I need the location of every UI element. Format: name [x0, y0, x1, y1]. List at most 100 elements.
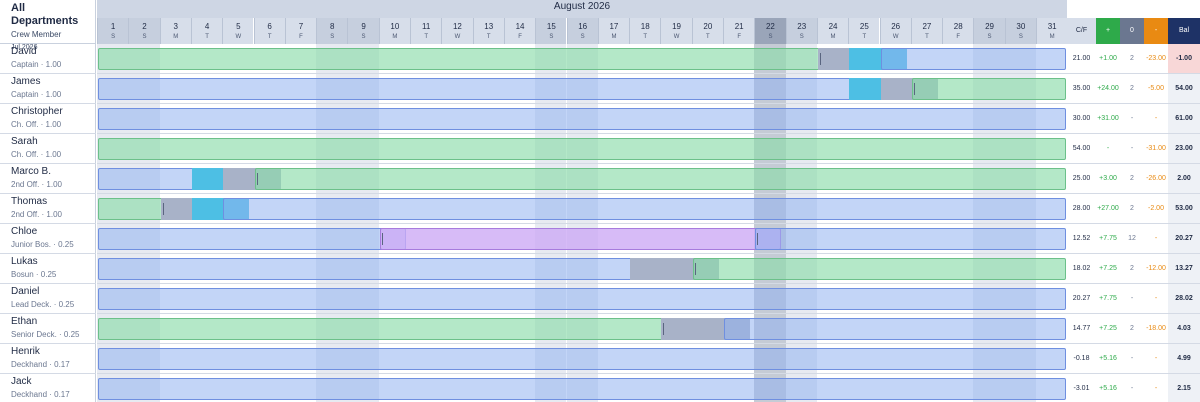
- day-header-25[interactable]: 25 T: [848, 18, 880, 44]
- balance-header[interactable]: Bal: [1168, 18, 1200, 44]
- day-weekday: W: [235, 34, 242, 40]
- day-header-18[interactable]: 18 T: [629, 18, 661, 44]
- day-header-14[interactable]: 14 F: [503, 18, 536, 44]
- summary-cf: 35.00: [1067, 74, 1096, 104]
- green-rotation-bar[interactable]: [911, 78, 1067, 100]
- day-header-7[interactable]: 7F: [284, 18, 317, 44]
- department-filter[interactable]: All Departments: [11, 2, 95, 28]
- day-header-3[interactable]: 3M: [159, 18, 191, 44]
- resize-handle[interactable]: [162, 203, 164, 215]
- summary-cf: 14.77: [1067, 314, 1096, 344]
- day-header-28[interactable]: 28 F: [942, 18, 974, 44]
- crew-member-chloe[interactable]: Chloe Junior Bos. · 0.25: [0, 224, 96, 254]
- resize-handle[interactable]: [757, 233, 759, 245]
- day-header-29[interactable]: 29 S: [973, 18, 1005, 44]
- row-divider: [97, 223, 1067, 224]
- day-weekday: T: [205, 34, 209, 40]
- crew-role: Captain · 1.00: [11, 60, 62, 69]
- summary-cf: -0.18: [1067, 344, 1096, 374]
- crew-member-david[interactable]: David Captain · 1.00: [0, 44, 96, 74]
- green-rotation-bar[interactable]: [254, 168, 1067, 190]
- day-header-13[interactable]: 13 T: [472, 18, 504, 44]
- blue-rotation-bar[interactable]: [98, 288, 1067, 310]
- roster-grid: August 2026 1 S 2 S 3 M 4 T 5 W 6 T 7 F 8 S 9 S 10 M 11 T 12 W 1…: [97, 0, 1068, 402]
- plus-header[interactable]: +: [1096, 18, 1120, 44]
- day-header-31[interactable]: 31 M: [1036, 18, 1068, 44]
- blue-rotation-bar[interactable]: [98, 228, 406, 250]
- resize-handle[interactable]: [913, 83, 915, 95]
- crew-member-marco-b-[interactable]: Marco B. 2nd Off. · 1.00: [0, 164, 96, 194]
- day-header-15[interactable]: 15 S: [535, 18, 567, 44]
- crew-member-henrik[interactable]: Henrik Deckhand · 0.17: [0, 344, 96, 374]
- summary-minus: -: [1144, 284, 1168, 314]
- minus-header[interactable]: -: [1144, 18, 1168, 44]
- summary-plus: +5.16: [1096, 374, 1120, 402]
- day-header-6[interactable]: 6T: [253, 18, 285, 44]
- resize-handle[interactable]: [256, 173, 258, 185]
- crew-member-lukas[interactable]: Lukas Bosun · 0.25: [0, 254, 96, 284]
- day-header-4[interactable]: 4T: [190, 18, 223, 44]
- resize-handle[interactable]: [381, 233, 383, 245]
- crew-member-james[interactable]: James Captain · 1.00: [0, 74, 96, 104]
- day-header-11[interactable]: 11 T: [410, 18, 442, 44]
- day-header-19[interactable]: 19 W: [660, 18, 692, 44]
- green-rotation-bar[interactable]: [98, 138, 1067, 160]
- day-weekday: S: [799, 34, 804, 40]
- zero-header[interactable]: 0: [1120, 18, 1144, 44]
- crew-member-sarah[interactable]: Sarah Ch. Off. · 1.00: [0, 134, 96, 164]
- crew-role: Senior Deck. · 0.25: [11, 330, 80, 339]
- summary-zero: -: [1120, 104, 1144, 134]
- day-header-21[interactable]: 21 F: [723, 18, 755, 44]
- green-rotation-bar[interactable]: [692, 258, 1067, 280]
- day-number: 23: [797, 22, 807, 31]
- summary-cf: 25.00: [1067, 164, 1096, 194]
- day-header-23[interactable]: 23 S: [785, 18, 817, 44]
- green-rotation-bar[interactable]: [98, 318, 688, 340]
- day-header-17[interactable]: 17 M: [597, 18, 630, 44]
- crew-member-daniel[interactable]: Daniel Lead Deck. · 0.25: [0, 284, 96, 314]
- blue-rotation-bar[interactable]: [98, 348, 1067, 370]
- day-header-8[interactable]: 8S: [316, 18, 348, 44]
- summary-plus: -: [1096, 134, 1120, 164]
- day-weekday: T: [706, 34, 710, 40]
- crew-member-ethan[interactable]: Ethan Senior Deck. · 0.25: [0, 314, 96, 344]
- day-number: 29: [985, 22, 994, 31]
- crew-name: Lukas: [11, 256, 38, 267]
- crew-member-thomas[interactable]: Thomas 2nd Off. · 1.00: [0, 194, 96, 224]
- day-weekday: F: [518, 34, 522, 40]
- day-header-10[interactable]: 10 M: [378, 18, 410, 44]
- blue-rotation-bar[interactable]: [98, 78, 876, 100]
- day-header-9[interactable]: 9S: [347, 18, 379, 44]
- day-header-24[interactable]: 24 M: [816, 18, 849, 44]
- row-divider: [97, 253, 1067, 254]
- day-header-30[interactable]: 30 S: [1004, 18, 1036, 44]
- blue-rotation-bar[interactable]: [755, 228, 1067, 250]
- crew-member-jack[interactable]: Jack Deckhand · 0.17: [0, 374, 96, 402]
- blue-rotation-bar[interactable]: [223, 198, 1067, 220]
- day-number: 12: [452, 22, 462, 31]
- day-header-27[interactable]: 27 T: [910, 18, 943, 44]
- day-header-2[interactable]: 2S: [128, 18, 160, 44]
- resize-handle[interactable]: [694, 263, 696, 275]
- day-weekday: S: [580, 34, 585, 40]
- day-number: 19: [672, 22, 681, 31]
- blue-rotation-bar[interactable]: [880, 48, 1067, 70]
- blue-rotation-bar[interactable]: [98, 108, 1067, 130]
- day-header-12[interactable]: 12 W: [441, 18, 473, 44]
- carry-forward-header[interactable]: C/F: [1067, 18, 1096, 44]
- day-header-26[interactable]: 26 W: [879, 18, 911, 44]
- row-divider: [97, 343, 1067, 344]
- day-header-22[interactable]: 22 S: [754, 18, 786, 44]
- day-header-1[interactable]: 1S: [97, 18, 129, 44]
- day-header-20[interactable]: 20 T: [691, 18, 723, 44]
- blue-rotation-bar[interactable]: [724, 318, 1067, 340]
- crew-member-christopher[interactable]: Christopher Ch. Off. · 1.00: [0, 104, 96, 134]
- day-header-16[interactable]: 16 S: [566, 18, 598, 44]
- resize-handle[interactable]: [819, 53, 821, 65]
- green-rotation-bar[interactable]: [98, 48, 845, 70]
- resize-handle[interactable]: [663, 323, 665, 335]
- purple-rotation-bar[interactable]: [379, 228, 782, 250]
- day-header-5[interactable]: 5W: [222, 18, 254, 44]
- blue-rotation-bar[interactable]: [98, 378, 1067, 400]
- blue-rotation-bar[interactable]: [98, 258, 657, 280]
